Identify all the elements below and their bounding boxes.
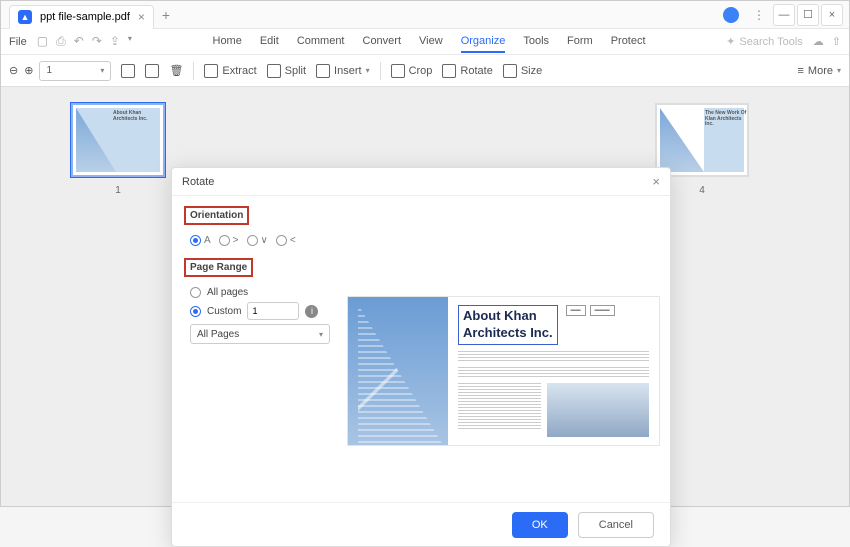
document-tab[interactable]: ▲ ppt file-sample.pdf × xyxy=(9,5,154,29)
range-custom[interactable]: Custom i xyxy=(190,302,325,320)
tab-protect[interactable]: Protect xyxy=(611,31,646,53)
kebab-menu-icon[interactable]: ⋮ xyxy=(747,8,771,22)
radio-icon xyxy=(190,287,201,298)
titlebar: ▲ ppt file-sample.pdf × + ⋮ — ☐ × xyxy=(1,1,849,29)
cloud-icon[interactable]: ☁ xyxy=(813,35,824,48)
delete-icon[interactable]: 🗑 xyxy=(169,64,183,77)
rotate-dialog: Rotate × Orientation A > ∨ < Page Range … xyxy=(171,167,671,547)
maximize-button[interactable]: ☐ xyxy=(797,4,819,26)
chevron-down-icon: ▾ xyxy=(100,66,104,75)
tab-filename: ppt file-sample.pdf xyxy=(40,11,130,23)
radio-icon xyxy=(247,235,258,246)
preview-meta-boxes: ▬▬▬▬▬ xyxy=(566,305,615,316)
page-number-field[interactable]: 1 ▾ xyxy=(39,61,111,81)
size-icon xyxy=(503,64,517,78)
separator xyxy=(380,62,381,80)
upload-icon[interactable]: ⇧ xyxy=(832,35,841,48)
rotate-button[interactable]: Rotate xyxy=(442,64,492,78)
page-canvas: About Khan Architects Inc. 1 The New Wor… xyxy=(1,87,849,506)
zoom-out-icon[interactable]: ⊖ xyxy=(9,64,18,77)
insert-button[interactable]: Insert▾ xyxy=(316,64,370,78)
search-placeholder: Search Tools xyxy=(739,36,802,48)
rotate-right-icon[interactable] xyxy=(145,64,159,78)
orientation-right[interactable]: > xyxy=(219,235,239,246)
search-tools[interactable]: ✦ Search Tools xyxy=(726,35,803,48)
extract-button[interactable]: Extract xyxy=(204,64,256,78)
ok-button[interactable]: OK xyxy=(512,512,568,538)
undo-icon[interactable]: ↶ xyxy=(74,34,84,49)
close-tab-icon[interactable]: × xyxy=(138,10,145,24)
split-button[interactable]: Split xyxy=(267,64,306,78)
tab-tools[interactable]: Tools xyxy=(523,31,549,53)
close-dialog-button[interactable]: × xyxy=(652,174,660,189)
insert-icon xyxy=(316,64,330,78)
ribbon-tabs: Home Edit Comment Convert View Organize … xyxy=(213,31,646,53)
dialog-footer: OK Cancel xyxy=(172,502,670,546)
page-number-value: 1 xyxy=(46,65,52,76)
extract-icon xyxy=(204,64,218,78)
preview-secondary-image xyxy=(547,383,649,437)
range-all-pages[interactable]: All pages xyxy=(190,287,325,298)
tab-home[interactable]: Home xyxy=(213,31,242,53)
share-icon[interactable]: ⇪ xyxy=(110,34,120,49)
minimize-button[interactable]: — xyxy=(773,4,795,26)
rotate-left-icon[interactable] xyxy=(121,64,135,78)
wand-icon: ✦ xyxy=(726,35,735,48)
redo-icon[interactable]: ↷ xyxy=(92,34,102,49)
orientation-heading: Orientation xyxy=(184,206,249,225)
print-icon[interactable]: ⎙ xyxy=(56,34,66,49)
preview-image xyxy=(348,297,448,445)
dialog-preview-panel: About KhanArchitects Inc. ▬▬▬▬▬ xyxy=(337,196,670,502)
orientation-options: A > ∨ < xyxy=(184,235,325,246)
separator xyxy=(193,62,194,80)
close-window-button[interactable]: × xyxy=(821,4,843,26)
dialog-options-panel: Orientation A > ∨ < Page Range All pages xyxy=(172,196,337,502)
tab-comment[interactable]: Comment xyxy=(297,31,345,53)
quick-icons: ▢ ⎙ ↶ ↷ ⇪ ▾ xyxy=(37,34,132,49)
page-preview: About KhanArchitects Inc. ▬▬▬▬▬ xyxy=(347,296,660,446)
size-button[interactable]: Size xyxy=(503,64,542,78)
crop-icon xyxy=(391,64,405,78)
radio-icon xyxy=(190,235,201,246)
dialog-overlay: Rotate × Orientation A > ∨ < Page Range … xyxy=(1,87,849,506)
save-icon[interactable]: ▢ xyxy=(37,34,48,49)
hamburger-icon: ≡ xyxy=(798,65,804,77)
orientation-left[interactable]: < xyxy=(276,235,296,246)
orientation-down[interactable]: ∨ xyxy=(247,235,268,246)
split-icon xyxy=(267,64,281,78)
crop-button[interactable]: Crop xyxy=(391,64,433,78)
orientation-up[interactable]: A xyxy=(190,235,211,246)
tab-edit[interactable]: Edit xyxy=(260,31,279,53)
organize-toolbar: ⊖ ⊕ 1 ▾ 🗑 Extract Split Insert▾ Crop Rot… xyxy=(1,55,849,87)
window-controls: ⋮ — ☐ × xyxy=(723,4,849,26)
menubar: File ▢ ⎙ ↶ ↷ ⇪ ▾ Home Edit Comment Conve… xyxy=(1,29,849,55)
custom-range-input[interactable] xyxy=(247,302,299,320)
rotate-icon xyxy=(442,64,456,78)
tab-view[interactable]: View xyxy=(419,31,443,53)
tab-convert[interactable]: Convert xyxy=(363,31,402,53)
add-tab-button[interactable]: + xyxy=(162,7,170,23)
chevron-down-icon: ▾ xyxy=(319,330,323,339)
tab-organize[interactable]: Organize xyxy=(461,31,506,53)
file-menu[interactable]: File xyxy=(9,36,27,48)
more-button[interactable]: ≡More▾ xyxy=(798,65,842,77)
zoom-controls: ⊖ ⊕ 1 ▾ xyxy=(9,61,111,81)
zoom-in-icon[interactable]: ⊕ xyxy=(24,64,33,77)
app-icon: ▲ xyxy=(18,10,32,24)
radio-icon xyxy=(219,235,230,246)
dialog-header: Rotate × xyxy=(172,168,670,196)
info-icon[interactable]: i xyxy=(305,305,318,318)
radio-icon xyxy=(276,235,287,246)
chevron-down-icon[interactable]: ▾ xyxy=(128,34,132,49)
tab-form[interactable]: Form xyxy=(567,31,593,53)
radio-icon xyxy=(190,306,201,317)
user-avatar-icon[interactable] xyxy=(723,7,739,23)
preview-doc-title: About KhanArchitects Inc. xyxy=(458,305,558,345)
dialog-title: Rotate xyxy=(182,176,214,188)
page-range-heading: Page Range xyxy=(184,258,253,277)
page-subset-select[interactable]: All Pages ▾ xyxy=(190,324,330,344)
cancel-button[interactable]: Cancel xyxy=(578,512,654,538)
